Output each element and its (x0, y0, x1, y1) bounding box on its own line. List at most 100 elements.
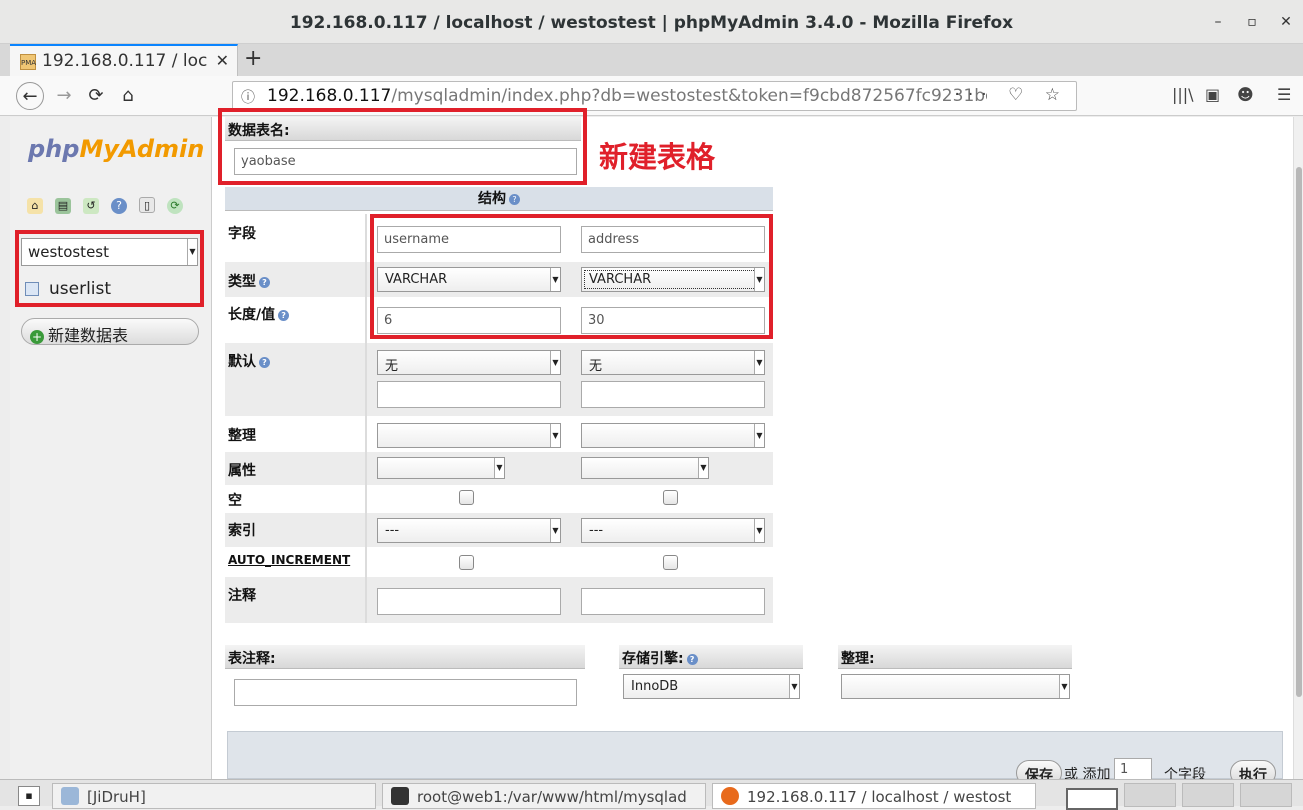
chevron-down-icon: ▼ (789, 675, 799, 698)
add-icon: + (30, 329, 44, 344)
page-scrollbar[interactable] (1293, 117, 1303, 779)
firefox-icon (721, 787, 739, 805)
back-button[interactable]: ← (16, 82, 44, 110)
field-collation-select[interactable]: ▼ (581, 423, 765, 448)
url-actions[interactable]: ··· ♡ ☆ (955, 85, 1069, 105)
field-index-select[interactable]: --- ▼ (581, 518, 765, 543)
home-icon[interactable]: ⌂ (27, 198, 43, 214)
minimize-button[interactable]: – (1208, 12, 1228, 32)
field-collation-select[interactable]: ▼ (377, 423, 561, 448)
window-title: 192.168.0.117 / localhost / westostest |… (289, 13, 1014, 33)
help-icon[interactable]: ? (686, 653, 698, 665)
field-comment-input[interactable] (581, 588, 765, 615)
row-label-collation: 整理 (228, 428, 256, 444)
structure-label: 结构 (478, 191, 506, 207)
chevron-down-icon: ▼ (698, 458, 708, 478)
new-tab-button[interactable]: + (244, 46, 262, 71)
sidebar-icon[interactable]: ▣ (1205, 85, 1220, 104)
page-content: phpMyAdmin ⌂ ▤ ↺? ▯ ⟳ westostest ▼ userlist … (10, 108, 1303, 786)
forward-button[interactable]: → (50, 82, 78, 110)
url-text[interactable]: 192.168.0.117/mysqladmin/index.php?db=we… (267, 86, 987, 106)
chevron-down-icon: ▼ (754, 351, 764, 374)
help-icon[interactable]: ? (259, 356, 270, 368)
row-label-length: 长度/值? (228, 304, 290, 324)
engine-select[interactable]: InnoDB ▼ (623, 674, 800, 699)
field-default-select[interactable]: 无 ▼ (581, 350, 765, 375)
annotation-text: 新建表格 (599, 140, 716, 174)
row-label-comment: 注释 (228, 588, 256, 604)
row-label-attributes: 属性 (228, 463, 256, 479)
field-default-value-input[interactable] (581, 381, 765, 408)
taskbar-item-active[interactable]: 192.168.0.117 / localhost / westost (712, 783, 1036, 809)
field-null-checkbox[interactable] (663, 490, 678, 505)
create-table-form: 数据表名: yaobase 新建表格 结构? 字段 类型? 长度/值? 默认? … (213, 108, 1303, 786)
tab-close-icon[interactable]: ✕ (216, 51, 229, 70)
field-default-select[interactable]: 无 ▼ (377, 350, 561, 375)
table-comment-input[interactable] (234, 679, 577, 706)
menu-icon[interactable]: ☰ (1277, 85, 1291, 104)
phpmyadmin-favicon-icon: PMA (20, 54, 36, 70)
taskbar-item[interactable]: [JiDruH] (52, 783, 376, 809)
workspace-4[interactable] (1240, 783, 1292, 807)
field-null-checkbox[interactable] (459, 490, 474, 505)
workspace-2[interactable] (1124, 783, 1176, 807)
chevron-down-icon: ▼ (754, 519, 764, 542)
help-icon[interactable]: ? (259, 276, 270, 288)
row-label-type: 类型? (228, 271, 270, 291)
table-comment-label: 表注释: (228, 651, 276, 667)
action-panel: 保存 或 添加 1 个字段 执行 (227, 731, 1283, 786)
field-default-value-input[interactable] (377, 381, 561, 408)
workspace-1[interactable] (1066, 788, 1118, 810)
highlight-box-sidebar (15, 230, 204, 307)
show-desktop-icon[interactable]: ▪ (18, 786, 40, 806)
tab-bar: PMA 192.168.0.117 / loc ✕ + (0, 44, 1303, 76)
chevron-down-icon: ▼ (754, 424, 764, 447)
field-attributes-select[interactable]: ▼ (377, 457, 505, 479)
collation-label: 整理: (841, 651, 875, 667)
account-icon[interactable]: ☻ (1237, 85, 1254, 104)
field-auto-increment-checkbox[interactable] (459, 555, 474, 570)
close-button[interactable]: ✕ (1276, 12, 1296, 32)
site-info-icon[interactable]: ⓘ (241, 87, 255, 107)
sidebar-icon-bar: ⌂ ▤ ↺? ▯ ⟳ (27, 197, 195, 214)
field-attributes-select[interactable]: ▼ (581, 457, 709, 479)
sql-icon[interactable]: ▤ (55, 198, 71, 214)
url-bar[interactable]: ⓘ 192.168.0.117/mysqladmin/index.php?db=… (232, 81, 1077, 111)
workspace-3[interactable] (1182, 783, 1234, 807)
taskbar: ▪ [JiDruH] root@web1:/var/www/html/mysql… (0, 779, 1303, 810)
library-icon[interactable]: |||\ (1172, 85, 1194, 104)
field-index-select[interactable]: --- ▼ (377, 518, 561, 543)
row-label-auto-increment: AUTO_INCREMENT (228, 553, 351, 567)
highlight-box-table-name (218, 108, 587, 185)
tab-title: 192.168.0.117 / loc (42, 51, 208, 71)
maximize-button[interactable]: ▫ (1242, 12, 1262, 32)
navigation-bar: ← → ⟳ ⌂ ⓘ 192.168.0.117/mysqladmin/index… (0, 76, 1303, 116)
url-path: /mysqladmin/index.php?db=westostest&toke… (391, 86, 987, 106)
browser-tab[interactable]: PMA 192.168.0.117 / loc ✕ (10, 44, 238, 76)
help-icon[interactable]: ? (278, 309, 290, 321)
table-collation-select[interactable]: ▼ (841, 674, 1070, 699)
reload-button[interactable]: ⟳ (82, 82, 110, 110)
file-manager-icon (61, 787, 79, 805)
chevron-down-icon: ▼ (550, 519, 560, 542)
scroll-thumb[interactable] (1296, 167, 1302, 697)
refresh-icon[interactable]: ⟳ (167, 198, 183, 214)
home-button[interactable]: ⌂ (114, 82, 142, 110)
field-auto-increment-checkbox[interactable] (663, 555, 678, 570)
new-table-button[interactable]: + 新建数据表 (21, 318, 199, 345)
phpmyadmin-logo[interactable]: phpMyAdmin (28, 135, 204, 163)
row-label-default: 默认? (228, 351, 270, 371)
chevron-down-icon: ▼ (550, 424, 560, 447)
docs-icon[interactable]: ▯ (139, 197, 155, 213)
engine-label: 存储引擎:? (622, 648, 698, 668)
taskbar-item[interactable]: root@web1:/var/www/html/mysqlad (382, 783, 706, 809)
row-label-index: 索引 (228, 523, 256, 539)
chevron-down-icon: ▼ (494, 458, 504, 478)
help-icon[interactable]: ? (509, 194, 520, 205)
chevron-down-icon: ▼ (550, 351, 560, 374)
help-icon[interactable]: ? (111, 198, 127, 214)
exit-icon[interactable]: ↺ (83, 198, 99, 214)
chevron-down-icon: ▼ (1059, 675, 1069, 698)
field-comment-input[interactable] (377, 588, 561, 615)
table-comment-header (225, 645, 585, 669)
